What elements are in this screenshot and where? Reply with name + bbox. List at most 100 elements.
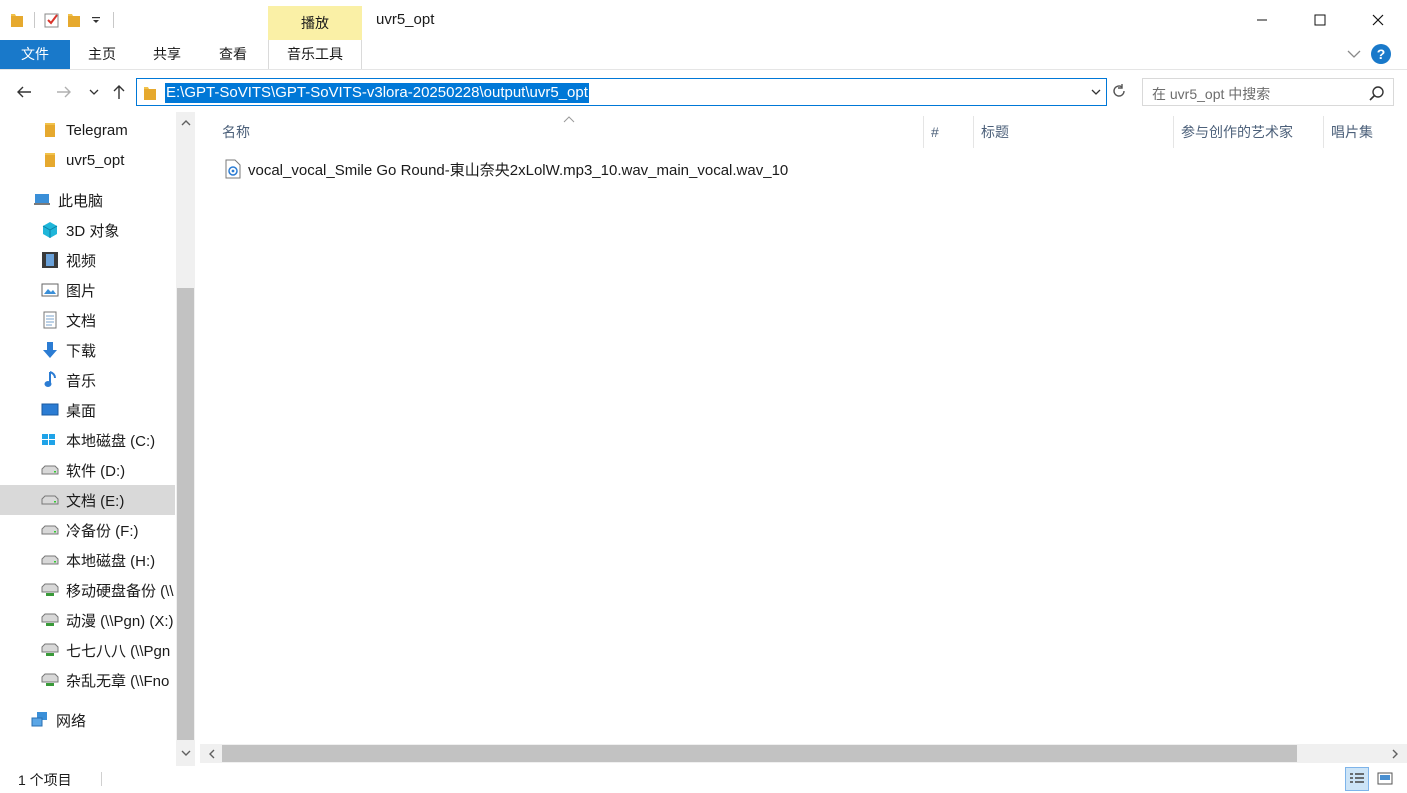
quick-access-toolbar <box>8 8 118 32</box>
sidebar-item-label: 3D 对象 <box>66 222 120 240</box>
tab-share[interactable]: 共享 <box>134 40 200 69</box>
sidebar-item-desktop[interactable]: 桌面 <box>0 395 175 425</box>
horizontal-scrollbar[interactable] <box>200 744 1407 763</box>
scroll-down-arrow-icon[interactable] <box>176 744 195 762</box>
large-icons-view-button[interactable] <box>1373 767 1397 791</box>
sidebar-item-label: 此电脑 <box>58 192 104 210</box>
customize-dropdown-icon[interactable] <box>87 11 105 29</box>
drive-icon <box>40 520 60 540</box>
folder-icon[interactable] <box>8 11 26 29</box>
column-header-number[interactable]: # <box>931 120 939 144</box>
sidebar-item-label: 七七八八 (\\Pgn <box>66 642 171 660</box>
sidebar-item-anime-drive[interactable]: 动漫 (\\Pgn) (X:) <box>0 605 175 635</box>
network-icon <box>30 710 50 730</box>
details-view-button[interactable] <box>1345 767 1369 791</box>
sidebar-item-pictures[interactable]: 图片 <box>0 275 175 305</box>
file-list-pane: 名称 # 标题 参与创作的艺术家 唱片集 vocal_vocal_Smile G… <box>200 112 1407 766</box>
sidebar-item-drive-c[interactable]: 本地磁盘 (C:) <box>0 425 175 455</box>
new-folder-icon[interactable] <box>65 11 83 29</box>
sidebar-item-drive-d[interactable]: 软件 (D:) <box>0 455 175 485</box>
sidebar-item-label: 本地磁盘 (C:) <box>66 432 156 450</box>
cube-icon <box>40 220 60 240</box>
refresh-icon[interactable] <box>1110 82 1128 103</box>
sidebar-item-3d-objects[interactable]: 3D 对象 <box>0 215 175 245</box>
sidebar-item-label: 图片 <box>66 282 97 300</box>
column-divider[interactable] <box>923 116 924 148</box>
sidebar-item-label: 本地磁盘 (H:) <box>66 552 156 570</box>
desktop-icon <box>40 400 60 420</box>
file-list-item[interactable]: vocal_vocal_Smile Go Round-東山奈央2xLolW.mp… <box>224 157 788 181</box>
back-button[interactable] <box>12 80 36 104</box>
windows-drive-icon <box>40 430 60 450</box>
sidebar-item-network[interactable]: 网络 <box>0 705 175 735</box>
sidebar-item-label: 移动硬盘备份 (\\ <box>66 582 174 600</box>
window-title: uvr5_opt <box>376 11 435 28</box>
network-drive-icon <box>40 580 60 600</box>
scroll-right-arrow-icon[interactable] <box>1385 744 1405 763</box>
help-icon[interactable]: ? <box>1371 44 1391 64</box>
sidebar-item-label: 下载 <box>66 342 97 360</box>
column-divider[interactable] <box>1173 116 1174 148</box>
column-divider[interactable] <box>1323 116 1324 148</box>
toolbar-divider <box>113 12 114 28</box>
close-button[interactable] <box>1349 0 1407 40</box>
sidebar-item-videos[interactable]: 视频 <box>0 245 175 275</box>
picture-icon <box>40 280 60 300</box>
scroll-left-arrow-icon[interactable] <box>202 744 222 763</box>
column-divider[interactable] <box>973 116 974 148</box>
search-placeholder: 在 uvr5_opt 中搜索 <box>1152 86 1271 102</box>
drive-icon <box>40 460 60 480</box>
sidebar-item-uvr5-opt[interactable]: uvr5_opt <box>0 145 175 175</box>
tab-view[interactable]: 查看 <box>200 40 266 69</box>
sidebar-item-music[interactable]: 音乐 <box>0 365 175 395</box>
tab-file[interactable]: 文件 <box>0 40 70 69</box>
music-icon <box>40 370 60 390</box>
scroll-up-arrow-icon[interactable] <box>176 114 195 132</box>
search-input[interactable]: 在 uvr5_opt 中搜索 <box>1142 78 1394 106</box>
column-header-artist[interactable]: 参与创作的艺术家 <box>1181 120 1293 144</box>
scrollbar-thumb[interactable] <box>177 288 194 740</box>
sidebar-item-this-pc[interactable]: 此电脑 <box>0 185 175 215</box>
sidebar-item-label: Telegram <box>66 121 128 139</box>
sidebar-item-label: 音乐 <box>66 372 97 390</box>
column-header-album[interactable]: 唱片集 <box>1331 120 1373 144</box>
tab-home[interactable]: 主页 <box>70 40 134 69</box>
recent-locations-button[interactable] <box>82 80 106 104</box>
tab-music-tools[interactable]: 音乐工具 <box>268 40 362 69</box>
sidebar-item-drive-f[interactable]: 冷备份 (F:) <box>0 515 175 545</box>
minimize-button[interactable] <box>1233 0 1291 40</box>
up-button[interactable] <box>107 80 131 104</box>
sidebar-item-drive-h[interactable]: 本地磁盘 (H:) <box>0 545 175 575</box>
sidebar-item-drive-e[interactable]: 文档 (E:) <box>0 485 175 515</box>
folder-icon <box>40 150 60 170</box>
sidebar-item-label: uvr5_opt <box>66 151 125 169</box>
search-icon[interactable] <box>1369 85 1385 104</box>
title-bar: 播放 uvr5_opt <box>0 0 1407 40</box>
address-bar[interactable]: E:\GPT-SoVITS\GPT-SoVITS-v3lora-20250228… <box>136 78 1107 106</box>
sidebar-item-documents[interactable]: 文档 <box>0 305 175 335</box>
network-drive-icon <box>40 640 60 660</box>
context-tab-group-label: 播放 <box>268 6 362 40</box>
properties-icon[interactable] <box>43 11 61 29</box>
window-controls <box>1233 0 1407 40</box>
sidebar-item-label: 桌面 <box>66 402 97 420</box>
sidebar-item-downloads[interactable]: 下载 <box>0 335 175 365</box>
address-path[interactable]: E:\GPT-SoVITS\GPT-SoVITS-v3lora-20250228… <box>165 83 589 103</box>
network-drive-icon <box>40 670 60 690</box>
sidebar-item-backup-network-drive[interactable]: 移动硬盘备份 (\\ <box>0 575 175 605</box>
sidebar-item-clutter-drive[interactable]: 杂乱无章 (\\Fno <box>0 665 175 695</box>
expand-ribbon-icon[interactable] <box>1347 46 1361 62</box>
address-dropdown-icon[interactable] <box>1090 85 1102 101</box>
sidebar-item-telegram[interactable]: Telegram <box>0 115 175 145</box>
sidebar-item-misc-drive[interactable]: 七七八八 (\\Pgn <box>0 635 175 665</box>
scrollbar-thumb[interactable] <box>222 745 1297 762</box>
forward-button[interactable] <box>52 80 76 104</box>
folder-icon <box>143 85 157 104</box>
sidebar-item-label: 软件 (D:) <box>66 462 126 480</box>
column-header-name[interactable]: 名称 <box>222 120 250 144</box>
sidebar-item-label: 文档 (E:) <box>66 492 125 510</box>
navigation-pane: Telegram uvr5_opt 此电脑 3D 对象 视频 图片 文档 下载 … <box>0 112 196 766</box>
maximize-button[interactable] <box>1291 0 1349 40</box>
navigation-scrollbar[interactable] <box>176 112 195 766</box>
column-header-title[interactable]: 标题 <box>981 120 1009 144</box>
